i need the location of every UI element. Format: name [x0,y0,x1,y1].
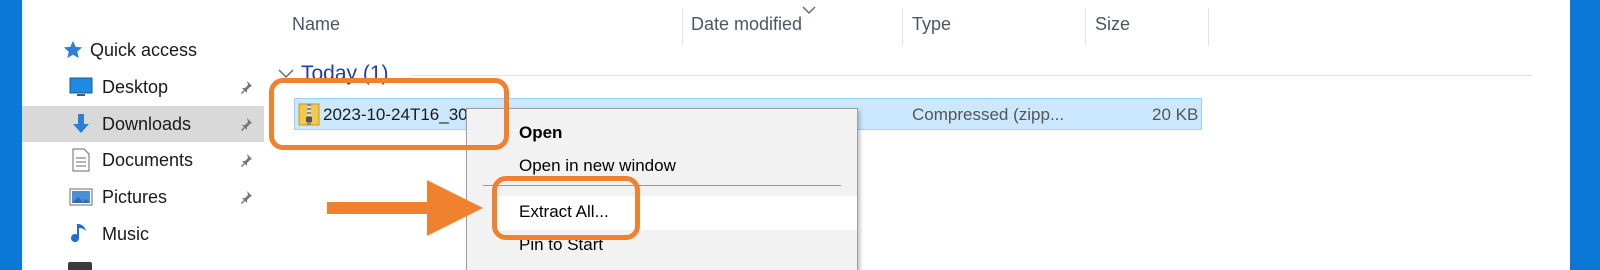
desktop-icon [68,75,94,99]
sidebar-item-label: Music [102,223,150,244]
column-divider[interactable] [1085,8,1086,46]
annotation-arrow-icon [327,178,487,245]
pin-icon[interactable] [238,152,254,168]
annotation-highlight-extract-all [492,176,640,240]
navigation-pane: Quick access Desktop Downloads Documents… [22,0,264,270]
sidebar-item-desktop[interactable]: Desktop [22,69,264,105]
context-menu-item-open-new-window[interactable]: Open in new window [519,156,676,176]
column-divider[interactable] [682,8,683,46]
pin-icon[interactable] [238,79,254,95]
column-header-size[interactable]: Size [1095,14,1130,35]
sidebar-item-label: Desktop [102,76,169,97]
file-size: 20 KB [1152,105,1199,124]
file-type: Compressed (zipp... [912,105,1065,124]
sidebar-item-label: Documents [102,149,194,170]
pin-icon[interactable] [238,189,254,205]
group-divider [412,75,1532,76]
sidebar-item-label: Downloads [102,113,192,134]
sidebar-item-label: Quick access [90,39,198,60]
annotation-highlight-file [269,78,509,150]
column-header-name[interactable]: Name [292,14,340,35]
download-arrow-icon [68,112,94,136]
context-menu-item-open[interactable]: Open [519,123,562,143]
videos-icon [68,262,92,270]
pictures-icon [68,185,94,209]
star-icon [60,38,86,62]
column-header-date-modified[interactable]: Date modified [691,14,802,35]
sort-chevron-icon [802,2,816,20]
music-icon [68,222,94,246]
file-explorer-window: Quick access Desktop Downloads Documents… [22,0,1570,270]
sidebar-item-pictures[interactable]: Pictures [22,179,264,215]
sidebar-item-label: Pictures [102,186,168,207]
pin-icon[interactable] [238,116,254,132]
sidebar-item-music[interactable]: Music [22,216,264,252]
column-header-type[interactable]: Type [912,14,951,35]
column-divider[interactable] [1208,8,1209,46]
sidebar-item-quick-access[interactable]: Quick access [22,32,264,68]
column-divider[interactable] [902,8,903,46]
sidebar-item-downloads[interactable]: Downloads [22,106,264,142]
sidebar-item-documents[interactable]: Documents [22,142,264,178]
documents-icon [68,148,94,172]
